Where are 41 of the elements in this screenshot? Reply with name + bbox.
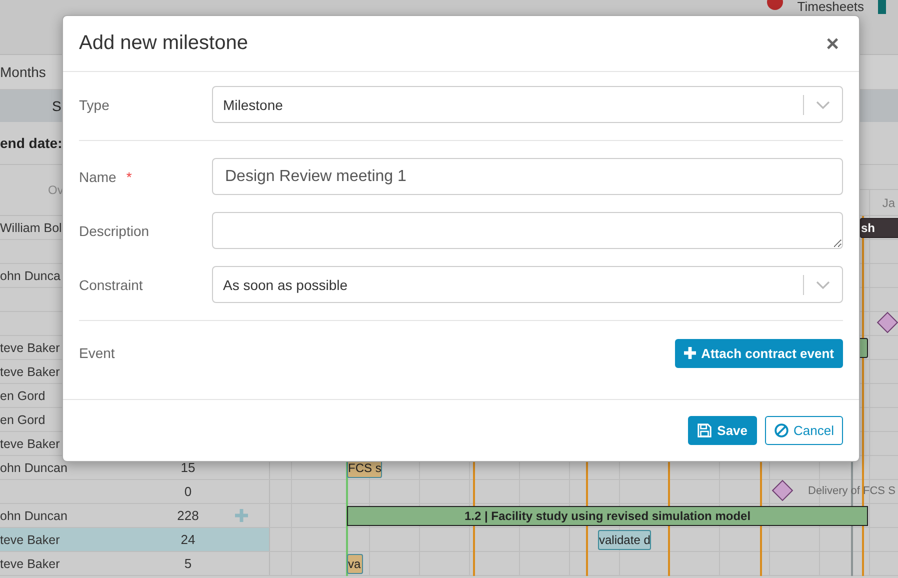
select-field[interactable]: Milestone bbox=[212, 86, 843, 123]
field-label: Event bbox=[79, 345, 116, 361]
hours-cell: 24 bbox=[180, 532, 196, 547]
owner-cell: William Bol bbox=[0, 220, 62, 234]
field-label: Type bbox=[79, 96, 110, 112]
cancel-button[interactable]: Cancel bbox=[764, 416, 843, 445]
phase-bar[interactable]: 1.2 | Facility study using revised simulation model bbox=[347, 506, 868, 526]
hours-cell: 228 bbox=[177, 508, 199, 523]
hours-cell: 15 bbox=[180, 460, 196, 475]
owner-cell: en Gord bbox=[0, 388, 46, 402]
owner-cell: teve Baker bbox=[0, 436, 60, 450]
owner-cell: teve Baker bbox=[0, 532, 60, 546]
timesheets-link[interactable]: Timesheets bbox=[797, 0, 864, 14]
owner-cell: teve Baker bbox=[0, 556, 60, 570]
field-label: Name * bbox=[79, 168, 133, 184]
owner-cell: teve Baker bbox=[0, 364, 60, 378]
owner-cell: ohn Duncan bbox=[0, 460, 68, 474]
timeline-label: Ja bbox=[882, 196, 895, 210]
owner-cell: ohn Duncan bbox=[0, 508, 68, 522]
hours-cell: 0 bbox=[184, 484, 192, 499]
owner-cell: en Gord bbox=[0, 412, 46, 426]
summary-bar[interactable]: sh bbox=[860, 218, 898, 238]
end-date-label: end date: bbox=[0, 135, 62, 151]
input-field[interactable]: Design Review meeting 1 bbox=[212, 158, 843, 195]
band-label: S bbox=[52, 98, 62, 114]
attach-event-button[interactable]: Attach contract event bbox=[675, 338, 843, 368]
plus-icon bbox=[684, 347, 696, 359]
field-label: Description bbox=[79, 222, 150, 238]
hours-cell: 5 bbox=[184, 556, 192, 571]
close-button[interactable]: × bbox=[822, 32, 843, 54]
owner-cell: ohn Dunca bbox=[0, 268, 60, 282]
ban-icon bbox=[774, 423, 789, 438]
dialog-title: Add new milestone bbox=[79, 32, 248, 55]
field-label: Constraint bbox=[79, 276, 144, 292]
save-button[interactable]: Save bbox=[688, 416, 757, 445]
owner-cell: teve Baker bbox=[0, 340, 60, 354]
task-bar[interactable]: va bbox=[347, 554, 363, 574]
task-bar[interactable]: validate d bbox=[598, 530, 651, 550]
months-tab[interactable]: Months bbox=[0, 64, 46, 80]
selected-row[interactable]: teve Baker 24 bbox=[0, 528, 270, 551]
select-field[interactable]: As soon as possible bbox=[212, 266, 843, 303]
